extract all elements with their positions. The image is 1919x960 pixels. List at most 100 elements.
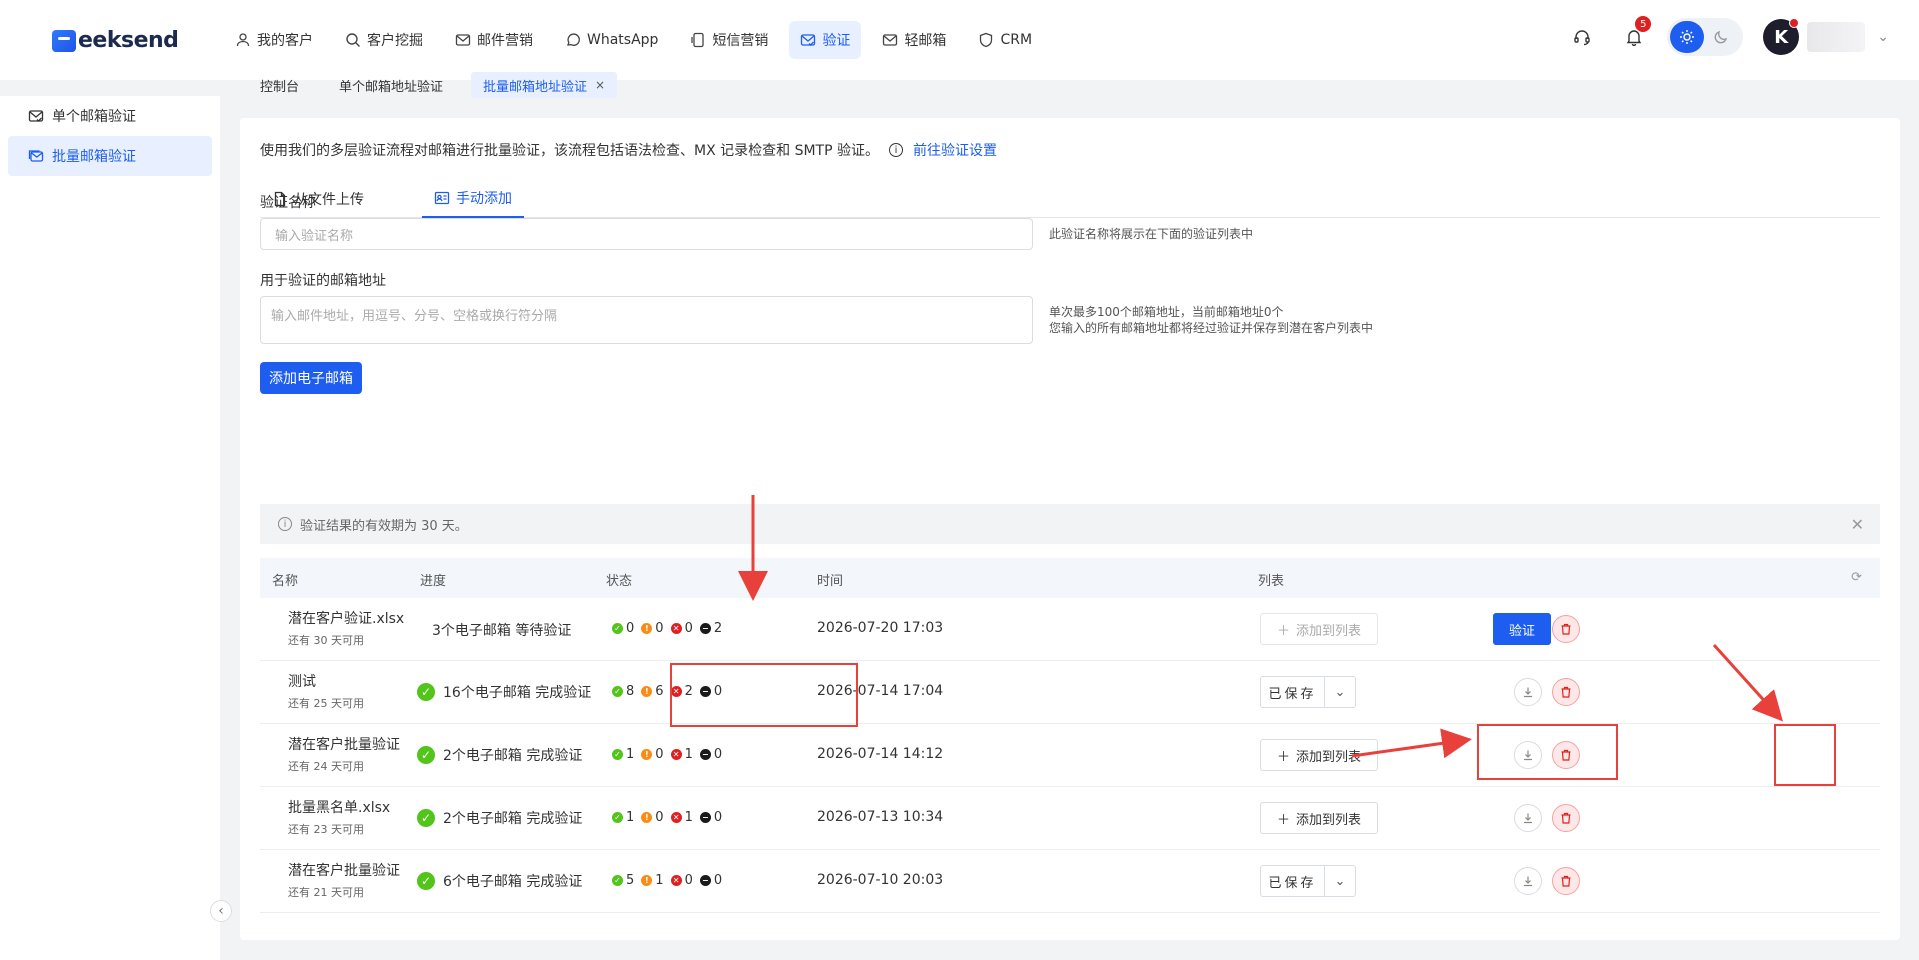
valid-icon: ✓ xyxy=(612,749,623,760)
table-row: 潜在客户批量验证 还有 24 天可用 ✓ 2个电子邮箱 完成验证 ✓ 1 ! 0 ✕… xyxy=(260,724,1880,787)
page-tab-single-verify[interactable]: 单个邮箱地址验证 xyxy=(327,72,455,98)
risky-count: 1 xyxy=(655,873,664,888)
sun-icon[interactable] xyxy=(1670,21,1705,53)
chevron-down-icon[interactable]: ⌄ xyxy=(1325,677,1355,707)
delete-button[interactable] xyxy=(1552,804,1580,832)
unknown-count: 0 xyxy=(713,810,723,825)
row-progress: ✓ 6个电子邮箱 完成验证 xyxy=(417,871,582,891)
nav-label: 短信营销 xyxy=(712,33,769,49)
main-nav: 我的客户 客户挖掘 邮件营销 WhatsApp 短信营销 验证 轻邮箱 CRM xyxy=(224,21,1053,59)
add-to-list-button[interactable]: ＋ 添加到列表 xyxy=(1260,613,1378,645)
col-progress: 进度 xyxy=(420,574,447,589)
whatsapp-icon xyxy=(567,33,580,46)
table-row: 测试 还有 25 天可用 ✓ 16个电子邮箱 完成验证 ✓ 8 ! 6 ✕ 2 −0 … xyxy=(260,661,1880,724)
nav-sms-marketing[interactable]: 短信营销 xyxy=(679,21,779,59)
emails-textarea[interactable]: 输入邮件地址，用逗号、分号、空格或换行符分隔 xyxy=(260,296,1033,344)
sidebar-item-single-verify[interactable]: 单个邮箱验证 xyxy=(8,96,212,136)
chevron-down-icon: ⌄ xyxy=(1877,29,1889,45)
download-icon xyxy=(1524,813,1532,824)
table-row: 潜在客户批量验证 还有 21 天可用 ✓ 6个电子邮箱 完成验证 ✓ 5 ! 1 ✕… xyxy=(260,850,1880,913)
verify-name-input[interactable]: 输入验证名称 xyxy=(260,218,1033,250)
nav-crm[interactable]: CRM xyxy=(967,21,1043,59)
sidebar-collapse-button[interactable]: ‹ xyxy=(210,900,232,922)
progress-text: 2个电子邮箱 完成验证 xyxy=(443,748,583,764)
tab-label: 手动添加 xyxy=(456,191,512,207)
nav-email-marketing[interactable]: 邮件营销 xyxy=(444,21,544,59)
sidebar-item-label: 批量邮箱验证 xyxy=(52,149,136,165)
page-tab-console[interactable]: 控制台 xyxy=(248,72,311,98)
valid-count: 8 xyxy=(626,684,635,699)
delete-button[interactable] xyxy=(1552,615,1580,643)
row-name-sub: 还有 24 天可用 xyxy=(288,760,364,773)
download-button[interactable] xyxy=(1514,867,1542,895)
nav-verification[interactable]: 验证 xyxy=(789,21,862,59)
trash-icon xyxy=(1561,623,1571,635)
nav-my-customers[interactable]: 我的客户 xyxy=(224,21,324,59)
annotation-box-add-to-list xyxy=(1477,724,1618,780)
delete-button[interactable] xyxy=(1552,867,1580,895)
annotation-box-status xyxy=(670,663,858,727)
input-mode-tabs: 从文件上传 手动添加 xyxy=(260,180,1880,218)
sidebar-item-batch-verify[interactable]: 批量邮箱验证 xyxy=(8,136,212,176)
nav-label: 轻邮箱 xyxy=(904,33,947,49)
trash-icon xyxy=(1561,686,1571,698)
saved-split-button[interactable]: 已保存 ⌄ xyxy=(1260,676,1356,708)
tab-manual-add[interactable]: 手动添加 xyxy=(422,180,524,218)
plus-icon: ＋ xyxy=(1276,749,1290,765)
delete-button[interactable] xyxy=(1552,678,1580,706)
row-name-sub: 还有 21 天可用 xyxy=(288,886,364,899)
table-header: 名称 进度 状态 时间 列表 ⟳ xyxy=(260,558,1880,598)
page-tab-batch-verify[interactable]: 批量邮箱地址验证 × xyxy=(471,72,618,98)
theme-toggle[interactable] xyxy=(1667,18,1744,56)
saved-split-button[interactable]: 已保存 ⌄ xyxy=(1260,865,1356,897)
row-progress: ✓ 2个电子邮箱 完成验证 xyxy=(417,808,582,828)
valid-icon: ✓ xyxy=(612,686,623,697)
nav-label: 邮件营销 xyxy=(477,33,533,49)
invalid-count: 0 xyxy=(684,621,693,636)
invalid-count: 1 xyxy=(684,747,693,762)
risky-icon: ! xyxy=(641,875,653,886)
add-to-list-button[interactable]: ＋ 添加到列表 xyxy=(1260,802,1378,834)
row-name-sub: 还有 23 天可用 xyxy=(288,823,364,836)
download-button[interactable] xyxy=(1514,678,1542,706)
sms-icon xyxy=(691,32,705,48)
page-tab-label: 批量邮箱地址验证 xyxy=(483,79,588,95)
unknown-count: 0 xyxy=(713,873,723,888)
progress-text: 16个电子邮箱 完成验证 xyxy=(443,685,592,701)
verify-button[interactable]: 验证 xyxy=(1493,613,1551,645)
nav-whatsapp[interactable]: WhatsApp xyxy=(554,21,669,59)
close-icon[interactable]: ✕ xyxy=(1851,515,1864,534)
verify-settings-link[interactable]: 前往验证设置 xyxy=(913,140,997,160)
col-status: 状态 xyxy=(606,574,633,589)
close-icon[interactable]: × xyxy=(595,78,605,92)
emails-hint-save: 您输入的所有邮箱地址都将经过验证并保存到潜在客户列表中 xyxy=(1049,321,1374,335)
add-email-button[interactable]: 添加电子邮箱 xyxy=(260,362,362,394)
download-button[interactable] xyxy=(1514,804,1542,832)
row-name-sub: 还有 30 天可用 xyxy=(288,634,364,647)
sidebar: 单个邮箱验证 批量邮箱验证 xyxy=(0,96,220,960)
emails-label: 用于验证的邮箱地址 xyxy=(260,273,386,289)
chevron-left-icon: ‹ xyxy=(218,903,224,919)
saved-label[interactable]: 已保存 xyxy=(1261,866,1325,896)
nav-customer-mining[interactable]: 客户挖掘 xyxy=(334,21,434,59)
nav-label: 客户挖掘 xyxy=(367,33,423,49)
row-progress: ✓ 2个电子邮箱 完成验证 xyxy=(417,745,582,765)
support-button[interactable] xyxy=(1565,20,1599,54)
chevron-down-icon[interactable]: ⌄ xyxy=(1325,866,1355,896)
batch-verify-card: 使用我们的多层验证流程对邮箱进行批量验证，该流程包括语法检查、MX 记录检查和 … xyxy=(240,118,1900,940)
moon-icon[interactable] xyxy=(1704,21,1738,53)
notifications-button[interactable]: 5 xyxy=(1617,16,1652,54)
risky-count: 6 xyxy=(655,684,664,699)
row-name: 潜在客户批量验证 还有 21 天可用 xyxy=(288,860,400,900)
user-menu[interactable]: K ⌄ xyxy=(1763,18,1889,55)
mail-batch-icon xyxy=(28,150,44,162)
verify-name-hint: 此验证名称将展示在下面的验证列表中 xyxy=(1049,227,1254,241)
nav-light-mail[interactable]: 轻邮箱 xyxy=(871,21,957,59)
add-to-list-button[interactable]: ＋ 添加到列表 xyxy=(1260,739,1378,771)
refresh-icon[interactable]: ⟳ xyxy=(1851,570,1862,585)
progress-text: 6个电子邮箱 完成验证 xyxy=(443,874,583,890)
saved-label[interactable]: 已保存 xyxy=(1261,677,1325,707)
brand-logo[interactable]: eeksend xyxy=(52,28,179,53)
risky-icon: ! xyxy=(641,749,653,760)
col-list: 列表 xyxy=(1258,574,1285,589)
